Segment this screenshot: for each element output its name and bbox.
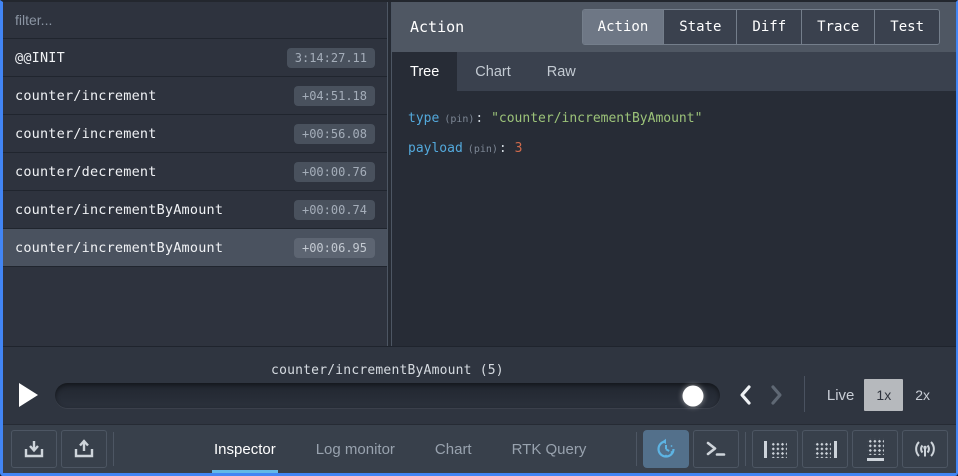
tree-value: "counter/incrementByAmount": [491, 111, 702, 126]
toolbar-divider: [745, 432, 746, 466]
action-timestamp: +00:06.95: [294, 238, 375, 258]
tree-node-payload[interactable]: payload (pin): 3: [408, 134, 940, 164]
tab-inspector[interactable]: Inspector: [212, 425, 278, 473]
view-mode-bar: Tree Chart Raw: [392, 52, 956, 92]
timeline-slider-wrap: counter/incrementByAmount (5): [55, 361, 720, 408]
redux-devtools-window: @@INIT 3:14:27.11 counter/increment +04:…: [0, 0, 958, 476]
import-icon: [23, 439, 45, 459]
speed-1x-button[interactable]: 1x: [864, 379, 903, 411]
dock-right-icon: [814, 441, 837, 458]
time-travel-clock-icon: [654, 437, 678, 461]
subtab-raw[interactable]: Raw: [529, 52, 594, 91]
inspector-header: Action Action State Diff Trace Test: [392, 2, 956, 52]
action-list-panel: @@INIT 3:14:27.11 counter/increment +04:…: [3, 2, 387, 346]
dock-bottom-icon: [867, 438, 884, 461]
dispatcher-button[interactable]: [693, 430, 739, 468]
pin-label[interactable]: (pin): [468, 144, 498, 155]
action-timestamp: 3:14:27.11: [287, 48, 375, 68]
action-name: counter/decrement: [15, 164, 157, 180]
action-list-item[interactable]: counter/incrementByAmount +00:00.74: [3, 191, 387, 229]
export-button[interactable]: [61, 430, 107, 468]
playback-bar: counter/incrementByAmount (5) Live 1x 2x: [3, 346, 956, 424]
action-timestamp: +00:00.76: [294, 162, 375, 182]
chevron-left-icon: [738, 384, 752, 406]
inspector-tab-group: Action State Diff Trace Test: [582, 9, 940, 45]
dock-right-button[interactable]: [802, 430, 848, 468]
action-name: @@INIT: [15, 50, 65, 66]
terminal-icon: [705, 439, 727, 459]
remote-broadcast-icon: [913, 439, 937, 459]
export-icon: [73, 439, 95, 459]
filter-input[interactable]: [15, 12, 375, 28]
step-back-button[interactable]: [738, 383, 752, 407]
time-travel-toggle-button[interactable]: [643, 430, 689, 468]
filter-row: [3, 2, 387, 39]
inspector-title: Action: [410, 18, 464, 36]
timeline-slider[interactable]: [55, 383, 720, 408]
tree-key: type: [408, 111, 439, 126]
import-button[interactable]: [11, 430, 57, 468]
inspector-panel: Action Action State Diff Trace Test Tree…: [392, 2, 956, 346]
tab-rtk-query[interactable]: RTK Query: [510, 425, 589, 473]
toolbar-divider: [113, 432, 114, 466]
tab-state[interactable]: State: [664, 10, 737, 44]
speed-2x-button[interactable]: 2x: [903, 379, 942, 411]
action-timestamp: +00:00.74: [294, 200, 375, 220]
play-button[interactable]: [19, 382, 47, 408]
subtab-tree[interactable]: Tree: [392, 52, 457, 91]
monitor-tabs: Inspector Log monitor Chart RTK Query: [212, 425, 588, 473]
tab-action[interactable]: Action: [583, 10, 665, 44]
action-name: counter/incrementByAmount: [15, 202, 223, 218]
action-list-item-selected[interactable]: counter/incrementByAmount +00:06.95: [3, 229, 387, 267]
tab-chart[interactable]: Chart: [433, 425, 474, 473]
playback-divider: [804, 376, 805, 412]
action-timestamp: +00:56.08: [294, 124, 375, 144]
current-action-label: counter/incrementByAmount (5): [55, 361, 720, 383]
action-name: counter/increment: [15, 88, 157, 104]
main-split: @@INIT 3:14:27.11 counter/increment +04:…: [3, 2, 956, 346]
play-icon: [19, 383, 38, 407]
subtab-chart[interactable]: Chart: [457, 52, 528, 91]
tab-diff[interactable]: Diff: [737, 10, 802, 44]
slider-thumb[interactable]: [683, 385, 704, 406]
bottom-toolbar: Inspector Log monitor Chart RTK Query: [3, 424, 956, 473]
colon: :: [475, 111, 483, 126]
action-name: counter/increment: [15, 126, 157, 142]
chevron-right-icon: [770, 384, 784, 406]
colon: :: [499, 141, 507, 156]
tab-log-monitor[interactable]: Log monitor: [314, 425, 397, 473]
remote-connection-button[interactable]: [902, 430, 948, 468]
step-forward-button[interactable]: [770, 383, 784, 407]
dock-left-icon: [764, 441, 787, 458]
action-list-item[interactable]: counter/increment +00:56.08: [3, 115, 387, 153]
action-list-item[interactable]: counter/decrement +00:00.76: [3, 153, 387, 191]
action-list-item[interactable]: counter/increment +04:51.18: [3, 77, 387, 115]
tab-test[interactable]: Test: [875, 10, 939, 44]
action-list-empty-space: [3, 267, 387, 346]
dock-bottom-button[interactable]: [852, 430, 898, 468]
toolbar-divider: [636, 432, 637, 466]
action-timestamp: +04:51.18: [294, 86, 375, 106]
tree-key: payload: [408, 141, 463, 156]
tree-value: 3: [515, 141, 523, 156]
tree-node-type[interactable]: type (pin): "counter/incrementByAmount": [408, 104, 940, 134]
tab-trace[interactable]: Trace: [802, 10, 875, 44]
toolbar-right-group: [630, 430, 948, 468]
live-button[interactable]: Live: [827, 387, 855, 404]
action-name: counter/incrementByAmount: [15, 240, 223, 256]
action-list-item[interactable]: @@INIT 3:14:27.11: [3, 39, 387, 77]
pin-label[interactable]: (pin): [444, 114, 474, 125]
dock-left-button[interactable]: [752, 430, 798, 468]
action-tree-view: type (pin): "counter/incrementByAmount" p…: [392, 92, 956, 346]
